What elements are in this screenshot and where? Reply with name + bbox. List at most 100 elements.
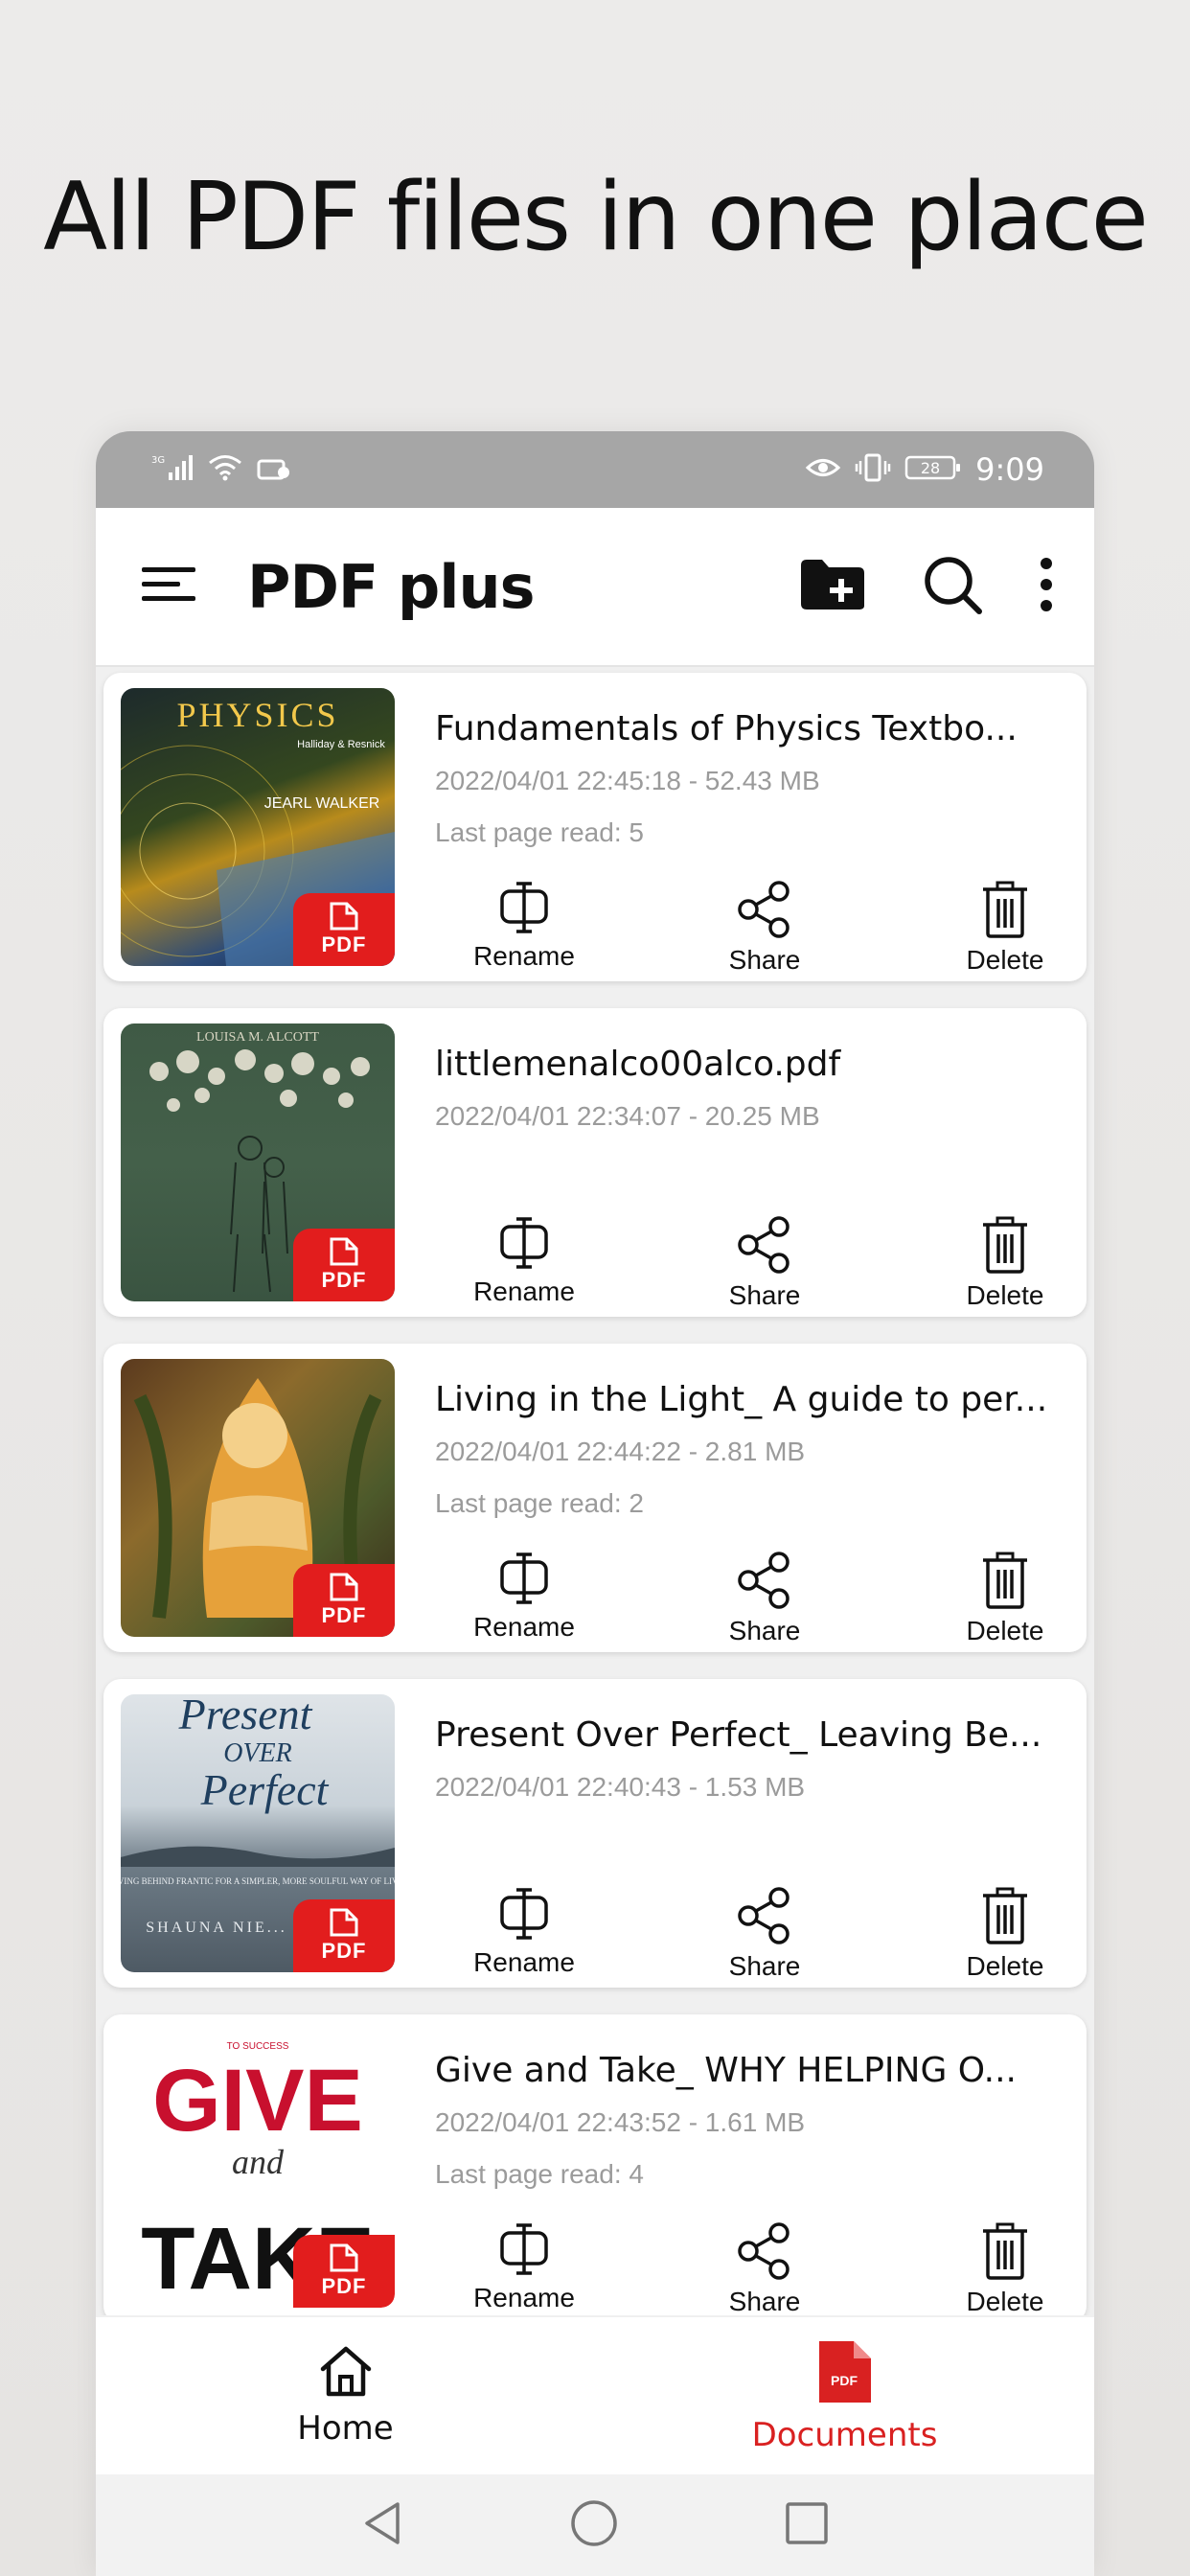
file-actions: Rename Share Delete bbox=[435, 880, 1069, 976]
file-thumbnail[interactable]: PDF bbox=[121, 1359, 395, 1637]
svg-text:TO SUCCESS: TO SUCCESS bbox=[227, 2041, 289, 2052]
trash-icon bbox=[983, 1216, 1027, 1274]
file-card[interactable]: Present OVER Perfect LEAVING BEHIND FRAN… bbox=[103, 1679, 1087, 1988]
file-name[interactable]: Present Over Perfect_ Leaving Be... bbox=[435, 1715, 1069, 1755]
share-button[interactable]: Share bbox=[702, 1551, 827, 1646]
share-button[interactable]: Share bbox=[702, 1215, 827, 1311]
file-meta: 2022/04/01 22:34:07 - 20.25 MB bbox=[435, 1101, 820, 1131]
rename-button[interactable]: Rename bbox=[462, 1215, 586, 1311]
file-info: Present Over Perfect_ Leaving Be... 2022… bbox=[435, 1694, 1069, 1981]
home-nav-icon[interactable] bbox=[569, 2498, 619, 2553]
delete-button[interactable]: Delete bbox=[943, 1886, 1067, 1982]
file-name[interactable]: Living in the Light_ A guide to per... bbox=[435, 1380, 1069, 1419]
file-meta: 2022/04/01 22:44:22 - 2.81 MB bbox=[435, 1437, 806, 1466]
delete-button[interactable]: Delete bbox=[943, 1215, 1067, 1311]
last-page-read: Last page read: 2 bbox=[435, 1488, 644, 1518]
status-right: 28 9:09 bbox=[805, 451, 1044, 488]
menu-icon[interactable] bbox=[142, 562, 195, 612]
share-icon bbox=[738, 1552, 790, 1609]
wifi-icon bbox=[207, 453, 243, 487]
rename-icon bbox=[500, 1217, 548, 1269]
pdf-badge: PDF bbox=[293, 1899, 395, 1972]
last-page-read: Last page read: 5 bbox=[435, 817, 644, 847]
pdf-badge: PDF bbox=[293, 2235, 395, 2308]
eye-comfort-icon bbox=[805, 453, 841, 487]
app-title: PDF plus bbox=[247, 551, 536, 622]
trash-icon bbox=[983, 1552, 1027, 1609]
file-name[interactable]: Fundamentals of Physics Textbo... bbox=[435, 709, 1069, 748]
pdf-badge: PDF bbox=[293, 1564, 395, 1637]
new-folder-icon[interactable] bbox=[799, 558, 866, 616]
status-time: 9:09 bbox=[975, 451, 1044, 488]
file-name[interactable]: Give and Take_ WHY HELPING O... bbox=[435, 2051, 1069, 2090]
file-card[interactable]: PDF Living in the Light_ A guide to per.… bbox=[103, 1344, 1087, 1652]
svg-text:Perfect: Perfect bbox=[200, 1765, 330, 1814]
system-navigation-bar bbox=[96, 2474, 1094, 2576]
message-icon bbox=[257, 453, 291, 487]
svg-text:PDF: PDF bbox=[831, 2373, 858, 2388]
share-icon bbox=[738, 2222, 790, 2280]
share-button[interactable]: Share bbox=[702, 2221, 827, 2315]
delete-button[interactable]: Delete bbox=[943, 880, 1067, 976]
file-list: PHYSICS Halliday & Resnick JEARL WALKER … bbox=[96, 667, 1094, 2315]
svg-text:LEAVING BEHIND FRANTIC FOR A S: LEAVING BEHIND FRANTIC FOR A SIMPLER, MO… bbox=[121, 1876, 395, 1886]
delete-button[interactable]: Delete bbox=[943, 2221, 1067, 2315]
nav-documents[interactable]: PDF Documents bbox=[595, 2317, 1094, 2474]
rename-button[interactable]: Rename bbox=[462, 1551, 586, 1646]
file-thumbnail[interactable]: TO SUCCESS GIVE and TAKE PDF bbox=[121, 2030, 395, 2308]
file-actions: Rename Share Delete bbox=[435, 2221, 1069, 2315]
search-icon[interactable] bbox=[922, 554, 983, 620]
back-nav-icon[interactable] bbox=[361, 2500, 403, 2551]
svg-text:and: and bbox=[232, 2143, 285, 2181]
file-card[interactable]: LOUISA M. ALCOTT PDF littlemenalco00alco… bbox=[103, 1008, 1087, 1317]
pdf-file-icon bbox=[330, 2243, 358, 2272]
nav-home[interactable]: Home bbox=[96, 2317, 595, 2474]
svg-text:LOUISA M. ALCOTT: LOUISA M. ALCOTT bbox=[196, 1030, 319, 1045]
rename-button[interactable]: Rename bbox=[462, 1886, 586, 1982]
headline: All PDF files in one place bbox=[43, 163, 1149, 272]
file-thumbnail[interactable]: PHYSICS Halliday & Resnick JEARL WALKER … bbox=[121, 688, 395, 966]
rename-button[interactable]: Rename bbox=[462, 2221, 586, 2315]
trash-icon bbox=[983, 1887, 1027, 1944]
home-icon bbox=[320, 2346, 371, 2397]
file-thumbnail[interactable]: LOUISA M. ALCOTT PDF bbox=[121, 1024, 395, 1301]
pdf-file-icon bbox=[330, 1237, 358, 1266]
svg-text:GIVE: GIVE bbox=[152, 2052, 363, 2150]
file-actions: Rename Share Delete bbox=[435, 1886, 1069, 1982]
file-info: Fundamentals of Physics Textbo... 2022/0… bbox=[435, 688, 1069, 975]
app-bar: PDF plus bbox=[96, 508, 1094, 667]
phone-frame: 3G 28 9:09 PDF plus PHYSICS Halliday & R… bbox=[96, 431, 1094, 2576]
share-button[interactable]: Share bbox=[702, 880, 827, 976]
rename-button[interactable]: Rename bbox=[462, 880, 586, 976]
file-actions: Rename Share Delete bbox=[435, 1215, 1069, 1311]
status-left: 3G bbox=[151, 453, 291, 487]
file-name[interactable]: littlemenalco00alco.pdf bbox=[435, 1045, 1069, 1084]
battery-level: 28 bbox=[921, 459, 940, 477]
trash-icon bbox=[983, 881, 1027, 938]
file-meta: 2022/04/01 22:40:43 - 1.53 MB bbox=[435, 1772, 806, 1802]
file-info: Living in the Light_ A guide to per... 2… bbox=[435, 1359, 1069, 1645]
recents-nav-icon[interactable] bbox=[785, 2501, 829, 2550]
delete-button[interactable]: Delete bbox=[943, 1551, 1067, 1646]
file-card[interactable]: PHYSICS Halliday & Resnick JEARL WALKER … bbox=[103, 673, 1087, 981]
pdf-badge: PDF bbox=[293, 893, 395, 966]
file-info: littlemenalco00alco.pdf 2022/04/01 22:34… bbox=[435, 1024, 1069, 1310]
file-meta: 2022/04/01 22:45:18 - 52.43 MB bbox=[435, 766, 820, 795]
bottom-navigation: Home PDF Documents bbox=[96, 2317, 1094, 2474]
pdf-badge: PDF bbox=[293, 1229, 395, 1301]
svg-text:PHYSICS: PHYSICS bbox=[176, 696, 338, 734]
last-page-read: Last page read: 4 bbox=[435, 2159, 644, 2189]
file-card[interactable]: TO SUCCESS GIVE and TAKE PDF Give and Ta… bbox=[103, 2014, 1087, 2315]
share-button[interactable]: Share bbox=[702, 1886, 827, 1982]
pdf-file-icon bbox=[330, 902, 358, 931]
share-icon bbox=[738, 1216, 790, 1274]
file-thumbnail[interactable]: Present OVER Perfect LEAVING BEHIND FRAN… bbox=[121, 1694, 395, 1972]
svg-text:Halliday & Resnick: Halliday & Resnick bbox=[297, 739, 385, 750]
svg-text:SHAUNA NIE...: SHAUNA NIE... bbox=[146, 1920, 286, 1936]
app-bar-actions bbox=[799, 554, 1054, 620]
battery-icon: 28 bbox=[904, 453, 962, 487]
rename-icon bbox=[500, 1888, 548, 1940]
more-options-icon[interactable] bbox=[1039, 556, 1054, 618]
vibrate-icon bbox=[855, 453, 891, 487]
file-info: Give and Take_ WHY HELPING O... 2022/04/… bbox=[435, 2030, 1069, 2315]
